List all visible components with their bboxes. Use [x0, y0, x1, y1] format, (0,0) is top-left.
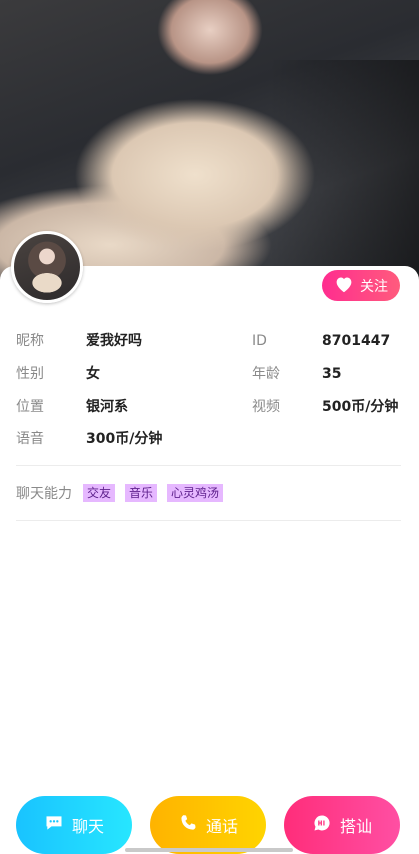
hi-label: 搭讪	[339, 817, 372, 836]
id-value: 8701447	[322, 333, 391, 349]
bottom-action-bar: 聊天 通话 搭讪	[0, 796, 419, 854]
skill-tag: 心灵鸡汤	[167, 484, 224, 502]
gender-label: 性别	[16, 366, 44, 382]
video-price-label: 视频	[252, 399, 280, 415]
location-label: 位置	[16, 399, 44, 415]
chat-button[interactable]: 聊天	[16, 796, 132, 854]
chat-skills-tags: 交友 音乐 心灵鸡汤	[83, 484, 224, 502]
voice-price-value: 300币/分钟	[86, 431, 163, 447]
call-button[interactable]: 通话	[150, 796, 266, 854]
age-value: 35	[322, 366, 342, 382]
call-label: 通话	[205, 817, 238, 836]
chat-label: 聊天	[71, 817, 104, 836]
divider	[16, 465, 401, 466]
home-indicator	[125, 848, 293, 852]
cover-shade	[269, 60, 419, 285]
age-label: 年龄	[252, 366, 280, 382]
hi-bubble-icon	[312, 813, 332, 837]
follow-label: 关注	[360, 278, 388, 295]
gender-value: 女	[86, 366, 100, 382]
voice-price-label: 语音	[16, 431, 44, 447]
skill-tag: 音乐	[125, 484, 158, 502]
id-label: ID	[252, 333, 267, 349]
divider	[16, 520, 401, 521]
chat-bubble-icon	[44, 813, 64, 837]
avatar[interactable]	[11, 231, 83, 303]
nickname-label: 昵称	[16, 333, 44, 349]
follow-button[interactable]: 关注	[322, 270, 400, 301]
chat-skills-label: 聊天能力	[16, 486, 72, 502]
hi-button[interactable]: 搭讪	[284, 796, 400, 854]
phone-icon	[178, 813, 198, 837]
heart-icon	[334, 275, 354, 297]
profile-card	[0, 266, 419, 854]
video-price-value: 500币/分钟	[322, 399, 399, 415]
location-value: 银河系	[86, 399, 128, 415]
nickname-value: 爱我好吗	[86, 333, 142, 349]
skill-tag: 交友	[83, 484, 116, 502]
